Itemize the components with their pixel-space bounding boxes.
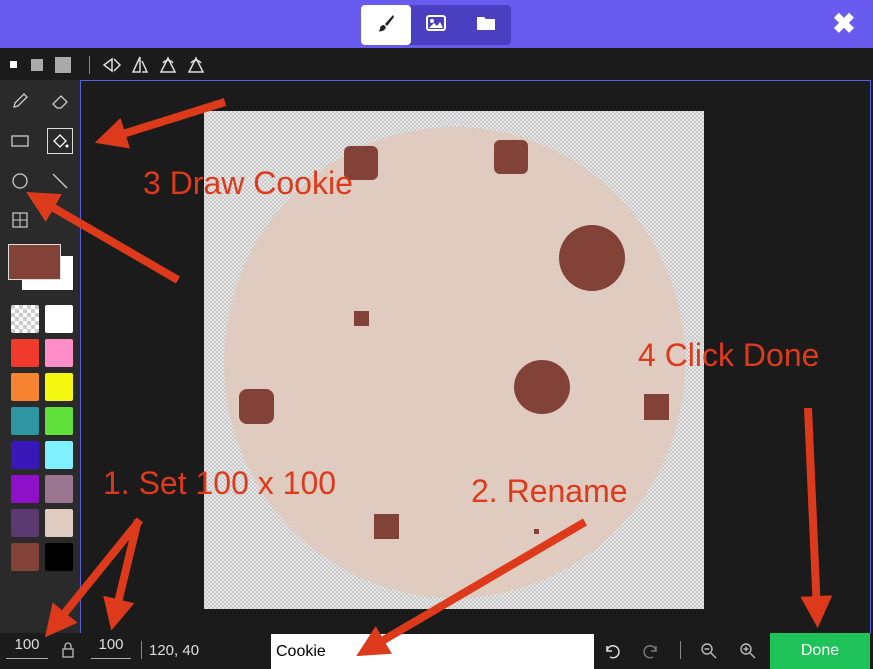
mirror-horizontal-icon[interactable] <box>102 55 122 75</box>
brush-size-small[interactable] <box>10 61 17 68</box>
palette-swatch[interactable] <box>11 509 39 537</box>
marquee-tool[interactable] <box>7 207 33 233</box>
image-mode-button[interactable] <box>411 5 461 45</box>
editor-mode-switch <box>361 5 511 45</box>
annotation-step2: 2. Rename <box>471 473 628 509</box>
paint-mode-button[interactable] <box>361 5 411 45</box>
close-icon: ✖ <box>832 8 856 39</box>
palette-swatch[interactable] <box>45 339 73 367</box>
palette-swatch[interactable] <box>11 407 39 435</box>
palette-swatch[interactable] <box>45 373 73 401</box>
canvas-width-input[interactable]: 100 <box>6 636 48 659</box>
fill-tool[interactable] <box>47 128 73 154</box>
cursor-coordinates: 120, 40 <box>149 642 200 659</box>
done-button[interactable]: Done <box>770 633 870 669</box>
mirror-vertical-icon[interactable] <box>130 55 150 75</box>
cookie-chip <box>239 389 274 424</box>
canvas-height-input[interactable]: 100 <box>91 636 131 659</box>
circle-icon <box>12 173 28 189</box>
annotation-step3: 3 Draw Cookie <box>143 165 353 201</box>
palette-swatch[interactable] <box>45 305 73 333</box>
cookie-chip <box>559 225 625 291</box>
folder-icon <box>476 14 496 37</box>
annotation-step1: 1. Set 100 x 100 <box>103 465 337 501</box>
close-button[interactable]: ✖ <box>828 8 860 40</box>
cookie-chip <box>494 140 528 174</box>
image-icon <box>426 14 446 37</box>
aspect-lock-icon[interactable] <box>61 641 75 659</box>
cookie-chip <box>374 514 399 539</box>
palette-swatch-transparent[interactable] <box>11 305 39 333</box>
palette-swatch[interactable] <box>45 475 73 503</box>
palette-swatch[interactable] <box>11 373 39 401</box>
paint-brush-icon <box>376 13 396 38</box>
zoom-in-button[interactable] <box>737 640 759 662</box>
cookie-chip <box>644 394 669 420</box>
pencil-icon <box>13 93 28 108</box>
asset-name-input[interactable]: Cookie <box>271 634 594 669</box>
undo-button[interactable] <box>601 640 623 662</box>
cookie-chip <box>514 360 570 414</box>
zoom-out-button[interactable] <box>698 640 720 662</box>
rotate-right-icon[interactable] <box>186 55 206 75</box>
cookie-chip <box>354 311 369 326</box>
circle-tool[interactable] <box>7 168 33 194</box>
bottom-divider <box>141 641 142 659</box>
palette-swatch[interactable] <box>11 543 39 571</box>
line-icon <box>52 173 68 189</box>
palette-swatch[interactable] <box>45 543 73 571</box>
marquee-select-icon <box>12 212 28 228</box>
palette-swatch[interactable] <box>11 475 39 503</box>
pencil-tool[interactable] <box>7 88 33 114</box>
palette-swatch[interactable] <box>11 339 39 367</box>
palette-swatch[interactable] <box>45 441 73 469</box>
rectangle-icon <box>11 135 29 147</box>
folder-mode-button[interactable] <box>461 5 511 45</box>
redo-button[interactable] <box>640 640 662 662</box>
primary-color-swatch[interactable] <box>8 244 61 280</box>
brush-size-large[interactable] <box>55 57 71 73</box>
bottom-divider <box>680 641 681 659</box>
palette-swatch[interactable] <box>45 509 73 537</box>
eraser-icon <box>52 95 68 109</box>
undo-icon <box>606 645 620 659</box>
cookie-chip <box>534 529 539 534</box>
palette-swatch[interactable] <box>11 441 39 469</box>
rotate-left-icon[interactable] <box>158 55 178 75</box>
line-tool[interactable] <box>47 168 73 194</box>
zoom-in-icon <box>740 643 756 659</box>
editor-header: ✖ <box>0 0 873 48</box>
redo-icon <box>643 645 657 659</box>
zoom-out-icon <box>701 643 717 659</box>
annotation-step4: 4 Click Done <box>638 337 820 373</box>
options-divider <box>89 56 90 74</box>
palette-swatch[interactable] <box>45 407 73 435</box>
brush-size-medium[interactable] <box>31 59 43 71</box>
eraser-tool[interactable] <box>47 88 73 114</box>
rectangle-tool[interactable] <box>7 128 33 154</box>
paint-bucket-icon <box>53 134 69 148</box>
